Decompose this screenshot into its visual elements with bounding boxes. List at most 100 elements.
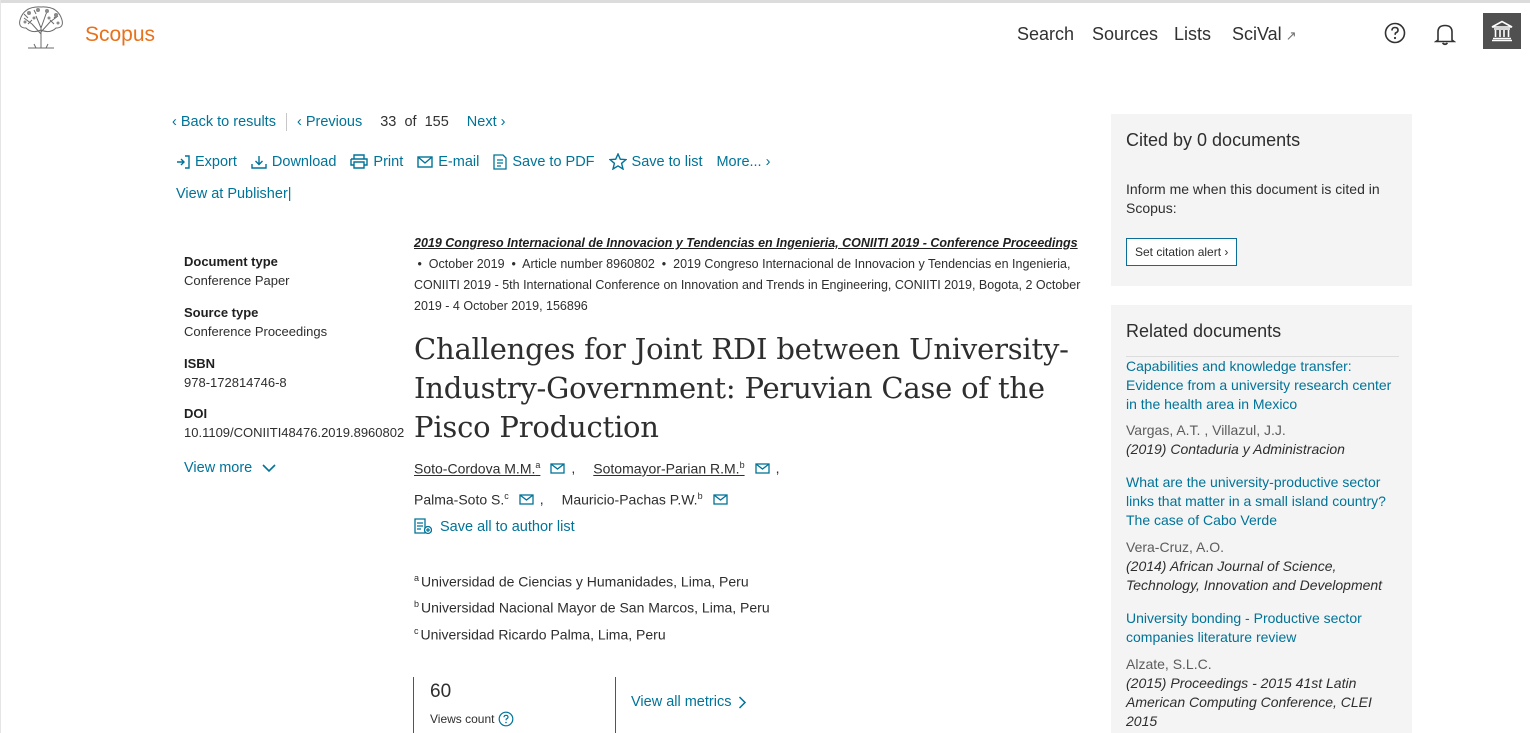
save-pdf-button[interactable]: Save to PDF bbox=[493, 153, 595, 170]
related-document-source: (2015) Proceedings - 2015 41st Latin Ame… bbox=[1126, 675, 1372, 729]
chevron-right-icon bbox=[739, 695, 747, 709]
set-citation-alert-button[interactable]: Set citation alert › bbox=[1126, 238, 1238, 266]
next-label: Next bbox=[466, 114, 497, 130]
next-link[interactable]: Next › bbox=[467, 114, 506, 130]
cited-by-title: Cited by 0 documents bbox=[1126, 130, 1301, 150]
more-actions-button[interactable]: More... › bbox=[716, 154, 770, 170]
author-name: Mauricio-Pachas P.W. bbox=[561, 491, 698, 508]
elsevier-tree-icon[interactable] bbox=[14, 4, 68, 50]
related-document-source: (2019) Contaduria y Administracion bbox=[1126, 441, 1345, 457]
help-icon[interactable] bbox=[1384, 22, 1406, 44]
isbn-label: ISBN bbox=[184, 356, 216, 371]
nav-lists[interactable]: Lists bbox=[1174, 24, 1211, 45]
author-affil-sup: c bbox=[504, 491, 509, 501]
affiliation-text: Universidad Ricardo Palma, Lima, Peru bbox=[420, 626, 666, 643]
left-border bbox=[0, 0, 1, 733]
view-more-label: View more bbox=[184, 460, 253, 476]
related-document-link[interactable]: University bonding - Productive sector c… bbox=[1126, 609, 1401, 647]
author-email-icon[interactable] bbox=[519, 494, 534, 505]
result-of: of bbox=[404, 114, 417, 130]
nav-scival[interactable]: SciVal ↗ bbox=[1232, 24, 1297, 45]
result-navigation: ‹ Back to results ‹ Previous 33 of 155 N… bbox=[172, 113, 505, 131]
affiliation-sup: a bbox=[414, 573, 420, 583]
nav-scival-label: SciVal bbox=[1232, 24, 1282, 44]
scopus-brand[interactable]: Scopus bbox=[85, 23, 155, 47]
external-link-icon: ↗ bbox=[1285, 28, 1297, 43]
affiliation-sup: c bbox=[414, 626, 419, 636]
source-info: 2019 Congreso Internacional de Innovacio… bbox=[414, 236, 1081, 313]
related-documents-title: Related documents bbox=[1126, 321, 1282, 341]
download-icon bbox=[251, 155, 267, 169]
author-separator: , bbox=[539, 491, 544, 508]
affiliation-text: Universidad Nacional Mayor de San Marcos… bbox=[421, 599, 770, 616]
print-button[interactable]: Print bbox=[350, 154, 403, 170]
author-email-icon[interactable] bbox=[754, 463, 770, 474]
export-button[interactable]: Export bbox=[176, 154, 237, 170]
doi-value: 10.1109/CONIITI48476.2019.8960802 bbox=[184, 425, 405, 440]
views-count-label: Views count bbox=[430, 712, 495, 726]
article-number: Article number 8960802 bbox=[522, 257, 655, 271]
view-all-metrics-link[interactable]: View all metrics bbox=[631, 694, 747, 710]
save-pdf-label: Save to PDF bbox=[512, 153, 595, 170]
view-more-button[interactable]: View more bbox=[184, 460, 276, 476]
top-border bbox=[0, 0, 1530, 3]
author-list-row: Palma-Soto S.c , Mauricio-Pachas P.W.b bbox=[414, 491, 734, 508]
author-link[interactable]: Mauricio-Pachas P.W.b bbox=[562, 491, 703, 508]
title-line: Pisco Production bbox=[414, 410, 659, 444]
save-all-label: Save all to author list bbox=[440, 518, 575, 535]
views-count: Views count bbox=[430, 711, 514, 727]
author-affil-sup: b bbox=[697, 491, 703, 501]
title-line: Challenges for Joint RDI between Univers… bbox=[414, 332, 1069, 366]
export-label: Export bbox=[195, 153, 237, 170]
author-email-icon[interactable] bbox=[712, 494, 728, 505]
email-button[interactable]: E-mail bbox=[417, 154, 479, 170]
author-list-icon bbox=[414, 518, 432, 535]
view-all-metrics-label: View all metrics bbox=[631, 694, 732, 710]
save-all-to-author-list-button[interactable]: Save all to author list bbox=[414, 518, 575, 535]
document-type-label: Document type bbox=[184, 254, 278, 269]
bell-icon[interactable] bbox=[1434, 22, 1456, 46]
previous-link[interactable]: ‹ Previous bbox=[297, 114, 362, 130]
nav-sources[interactable]: Sources bbox=[1092, 24, 1158, 45]
author-affil-sup: b bbox=[739, 460, 745, 470]
related-document-link[interactable]: Capabilities and knowledge transfer: Evi… bbox=[1126, 357, 1401, 414]
author-link[interactable]: Sotomayor-Parian R.M.b bbox=[593, 460, 744, 477]
author-link[interactable]: Soto-Cordova M.M.a bbox=[414, 460, 540, 477]
set-citation-alert-label: Set citation alert bbox=[1135, 245, 1222, 259]
related-document-authors: Vargas, A.T. , Villazul, J.J. bbox=[1126, 422, 1286, 438]
related-document-link[interactable]: What are the university-productive secto… bbox=[1126, 473, 1401, 530]
source-type: Source type Conference Proceedings bbox=[184, 305, 404, 339]
cited-by-text: Inform me when this document is cited in… bbox=[1126, 181, 1380, 216]
cited-by-panel: Cited by 0 documents Inform me when this… bbox=[1111, 114, 1412, 286]
isbn-value: 978-172814746-8 bbox=[184, 375, 287, 390]
author-separator: , bbox=[571, 460, 576, 477]
more-actions-label: More... bbox=[716, 153, 762, 170]
email-icon bbox=[417, 155, 433, 168]
doi: DOI 10.1109/CONIITI48476.2019.8960802 bbox=[184, 406, 404, 440]
document-type-value: Conference Paper bbox=[184, 273, 290, 288]
institution-icon bbox=[1491, 20, 1513, 42]
print-label: Print bbox=[373, 153, 404, 170]
metrics-box: 60 Views count bbox=[413, 677, 616, 733]
back-to-results-link[interactable]: ‹ Back to results bbox=[172, 114, 276, 130]
affiliation-text: Universidad de Ciencias y Humanidades, L… bbox=[421, 573, 749, 590]
institution-button[interactable] bbox=[1483, 13, 1521, 49]
star-icon bbox=[608, 153, 627, 170]
view-at-publisher-link[interactable]: View at Publisher| bbox=[176, 186, 292, 202]
pdf-icon bbox=[493, 153, 507, 170]
source-type-value: Conference Proceedings bbox=[184, 324, 328, 339]
author-email-icon[interactable] bbox=[550, 463, 566, 474]
save-to-list-button[interactable]: Save to list bbox=[608, 153, 702, 170]
author-name: Sotomayor-Parian R.M. bbox=[593, 460, 740, 477]
affiliation: c Universidad Ricardo Palma, Lima, Peru bbox=[414, 626, 666, 643]
author-link[interactable]: Palma-Soto S.c bbox=[414, 491, 509, 508]
author-name: Soto-Cordova M.M. bbox=[414, 460, 536, 477]
help-icon[interactable] bbox=[498, 711, 514, 727]
conference-info: 2019 Congreso Internacional de Innovacio… bbox=[414, 257, 1081, 313]
document-type: Document type Conference Paper bbox=[184, 254, 404, 288]
download-button[interactable]: Download bbox=[251, 154, 336, 170]
affiliation-sup: b bbox=[414, 599, 420, 609]
chevron-down-icon bbox=[262, 463, 276, 472]
nav-search[interactable]: Search bbox=[1017, 24, 1074, 45]
source-title-link[interactable]: 2019 Congreso Internacional de Innovacio… bbox=[414, 236, 1078, 250]
